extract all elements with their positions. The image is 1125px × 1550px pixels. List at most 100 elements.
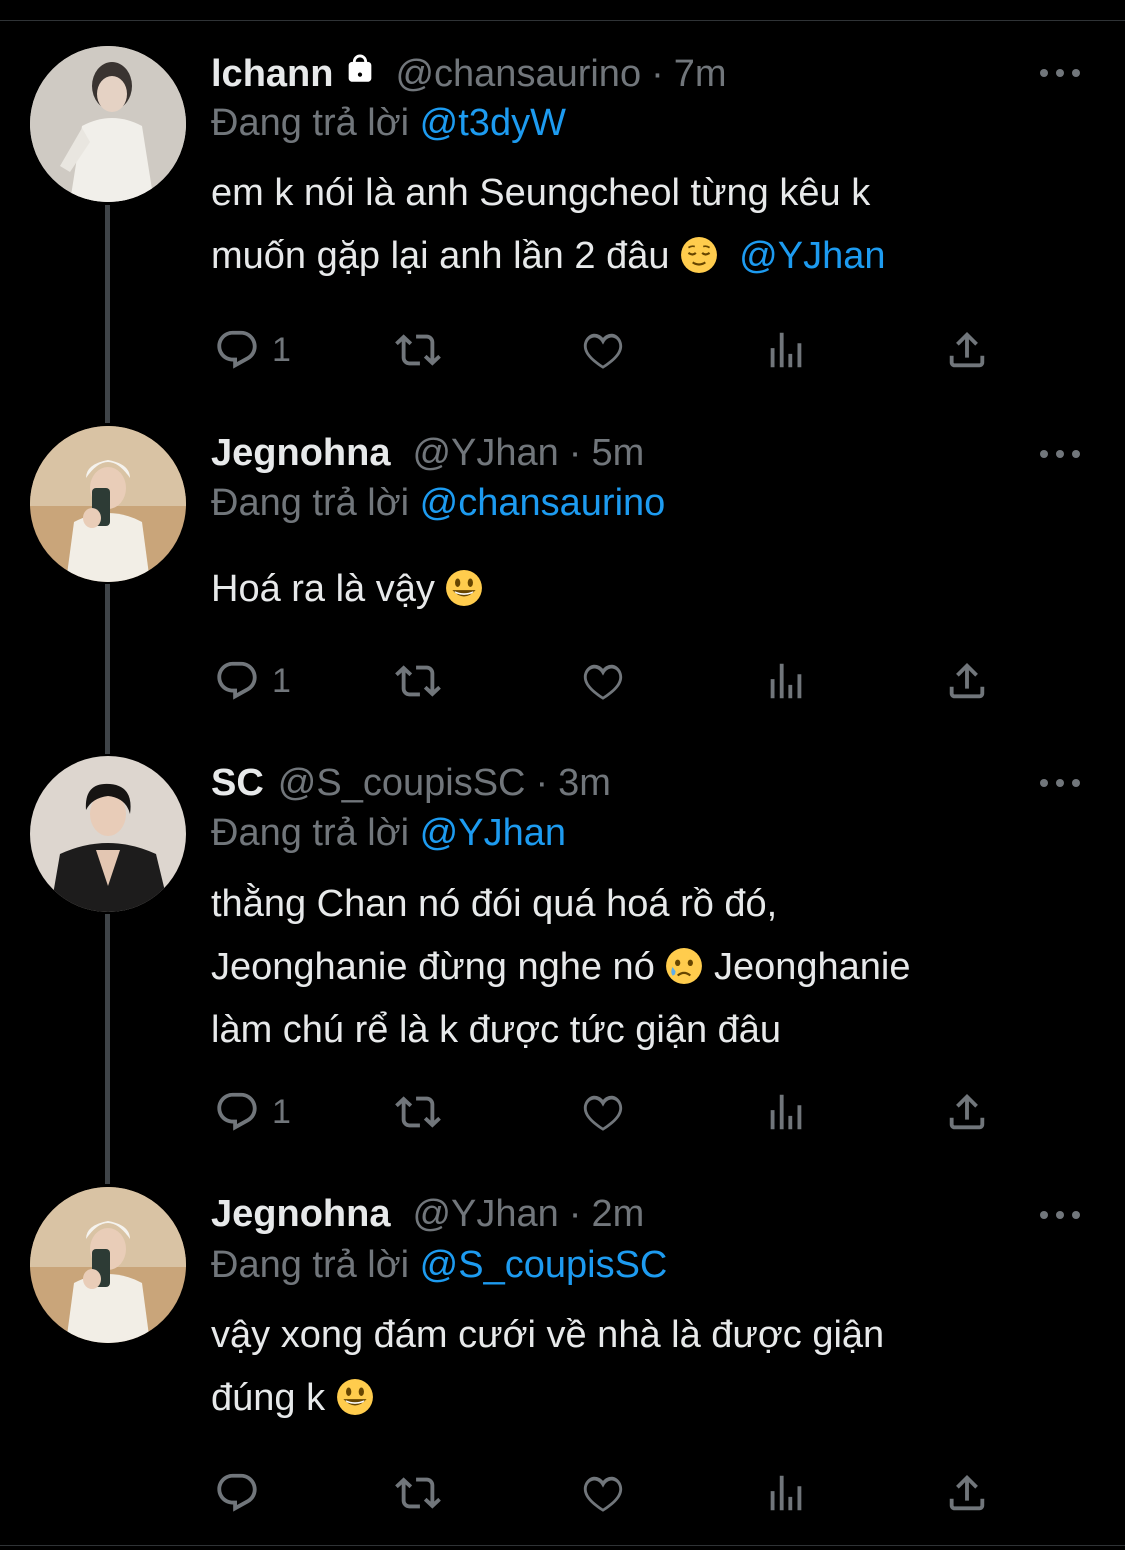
- like-button[interactable]: [580, 1470, 626, 1516]
- thread-line: [105, 914, 110, 1184]
- tweet-text: vậy xong đám cưới về nhà là được giận đú…: [211, 1304, 1071, 1430]
- display-name[interactable]: Jegnohna: [211, 1193, 390, 1236]
- share-button[interactable]: [944, 658, 990, 704]
- retweet-icon: [395, 658, 441, 704]
- separator: ·: [568, 432, 582, 474]
- tweet-header: Jegnohna @YJhan · 5m: [211, 432, 644, 475]
- tweet-line: Hoá ra là vậy: [211, 558, 1071, 621]
- tweet-text: em k nói là anh Seungcheol từng kêu k mu…: [211, 162, 1071, 288]
- display-name[interactable]: Jegnohna: [211, 432, 390, 475]
- grinning-face-icon: [446, 570, 483, 606]
- timestamp[interactable]: 5m: [591, 432, 644, 475]
- tweet-header: SC @S_coupisSC · 3m: [211, 762, 611, 805]
- replying-mention[interactable]: @S_coupisSC: [420, 1244, 668, 1286]
- tweet-line: đúng k: [211, 1367, 1071, 1430]
- tweet-mention[interactable]: @YJhan: [739, 235, 885, 277]
- replying-label: Đang trả lời: [211, 812, 410, 854]
- display-name[interactable]: SC: [211, 762, 264, 805]
- replying-label: Đang trả lời: [211, 102, 410, 144]
- avatar[interactable]: [30, 756, 186, 912]
- retweet-icon: [395, 327, 441, 373]
- heart-icon: [580, 1089, 626, 1135]
- reply-count: 1: [272, 1092, 291, 1131]
- replying-to: Đang trả lời @chansaurino: [211, 482, 665, 525]
- action-bar: 1: [0, 1089, 1125, 1139]
- share-icon: [944, 658, 990, 704]
- handle[interactable]: @chansaurino: [395, 53, 641, 96]
- reply-count: 1: [272, 661, 291, 700]
- avatar[interactable]: [30, 426, 186, 582]
- retweet-button[interactable]: [395, 658, 441, 704]
- reply-button[interactable]: 1: [214, 658, 291, 704]
- thread-line: [105, 205, 110, 423]
- tweet-line: làm chú rể là k được tức giận đâu: [211, 1009, 782, 1051]
- share-button[interactable]: [944, 1470, 990, 1516]
- handle[interactable]: @YJhan: [412, 1193, 558, 1236]
- retweet-button[interactable]: [395, 327, 441, 373]
- more-icon[interactable]: [1040, 776, 1080, 790]
- tweet-line: muốn gặp lại anh lần 2 đâu @YJhan: [211, 235, 886, 277]
- relieved-face-icon: [681, 237, 717, 273]
- share-button[interactable]: [944, 327, 990, 373]
- like-button[interactable]: [580, 1089, 626, 1135]
- views-button[interactable]: [763, 658, 809, 704]
- handle[interactable]: @S_coupisSC: [278, 762, 526, 805]
- display-name[interactable]: lchann: [211, 53, 333, 96]
- tweet-line: thằng Chan nó đói quá hoá rồ đó,: [211, 883, 778, 925]
- reply-icon: [214, 658, 260, 704]
- like-button[interactable]: [580, 327, 626, 373]
- more-icon[interactable]: [1040, 447, 1080, 461]
- reply-icon: [214, 1470, 260, 1516]
- share-icon: [944, 1470, 990, 1516]
- avatar[interactable]: [30, 1187, 186, 1343]
- views-button[interactable]: [763, 327, 809, 373]
- reply-icon: [214, 327, 260, 373]
- replying-to: Đang trả lời @YJhan: [211, 812, 566, 855]
- tweet-line: Jeonghanie đừng nghe nó Jeonghanie: [211, 946, 911, 988]
- replying-label: Đang trả lời: [211, 1244, 410, 1286]
- separator: ·: [651, 53, 664, 95]
- timestamp[interactable]: 2m: [591, 1193, 644, 1236]
- replying-mention[interactable]: @YJhan: [420, 812, 566, 854]
- retweet-icon: [395, 1089, 441, 1135]
- bar-chart-icon: [763, 658, 809, 704]
- bar-chart-icon: [763, 1089, 809, 1135]
- replying-to: Đang trả lời @S_coupisSC: [211, 1244, 667, 1287]
- grinning-face-icon: [336, 1379, 373, 1415]
- heart-icon: [580, 327, 626, 373]
- reply-button[interactable]: [214, 1470, 272, 1516]
- more-icon[interactable]: [1040, 66, 1080, 80]
- views-button[interactable]: [763, 1470, 809, 1516]
- heart-icon: [580, 1470, 626, 1516]
- avatar[interactable]: [30, 46, 186, 202]
- timestamp[interactable]: 3m: [558, 762, 611, 805]
- retweet-button[interactable]: [395, 1470, 441, 1516]
- reply-button[interactable]: 1: [214, 327, 291, 373]
- replying-mention[interactable]: @chansaurino: [420, 482, 666, 524]
- reply-count: 1: [272, 330, 291, 369]
- bar-chart-icon: [763, 1470, 809, 1516]
- like-button[interactable]: [580, 658, 626, 704]
- share-icon: [944, 1089, 990, 1135]
- timestamp[interactable]: 7m: [674, 53, 727, 96]
- replying-mention[interactable]: @t3dyW: [420, 102, 566, 144]
- share-button[interactable]: [944, 1089, 990, 1135]
- bottom-divider: [0, 1545, 1125, 1546]
- reply-button[interactable]: 1: [214, 1089, 291, 1135]
- retweet-button[interactable]: [395, 1089, 441, 1135]
- lock-icon: [349, 54, 372, 82]
- action-bar: [0, 1470, 1125, 1520]
- top-divider: [0, 0, 1125, 21]
- separator: ·: [535, 762, 549, 804]
- more-icon[interactable]: [1040, 1208, 1080, 1222]
- tweet-text: thằng Chan nó đói quá hoá rồ đó, Jeongha…: [211, 873, 1071, 1062]
- separator: ·: [568, 1193, 582, 1235]
- reply-icon: [214, 1089, 260, 1135]
- views-button[interactable]: [763, 1089, 809, 1135]
- tweet-line: vậy xong đám cưới về nhà là được giận: [211, 1314, 885, 1356]
- handle[interactable]: @YJhan: [412, 432, 558, 475]
- share-icon: [944, 327, 990, 373]
- tweet-text: Hoá ra là vậy: [211, 558, 1071, 621]
- heart-icon: [580, 658, 626, 704]
- bar-chart-icon: [763, 327, 809, 373]
